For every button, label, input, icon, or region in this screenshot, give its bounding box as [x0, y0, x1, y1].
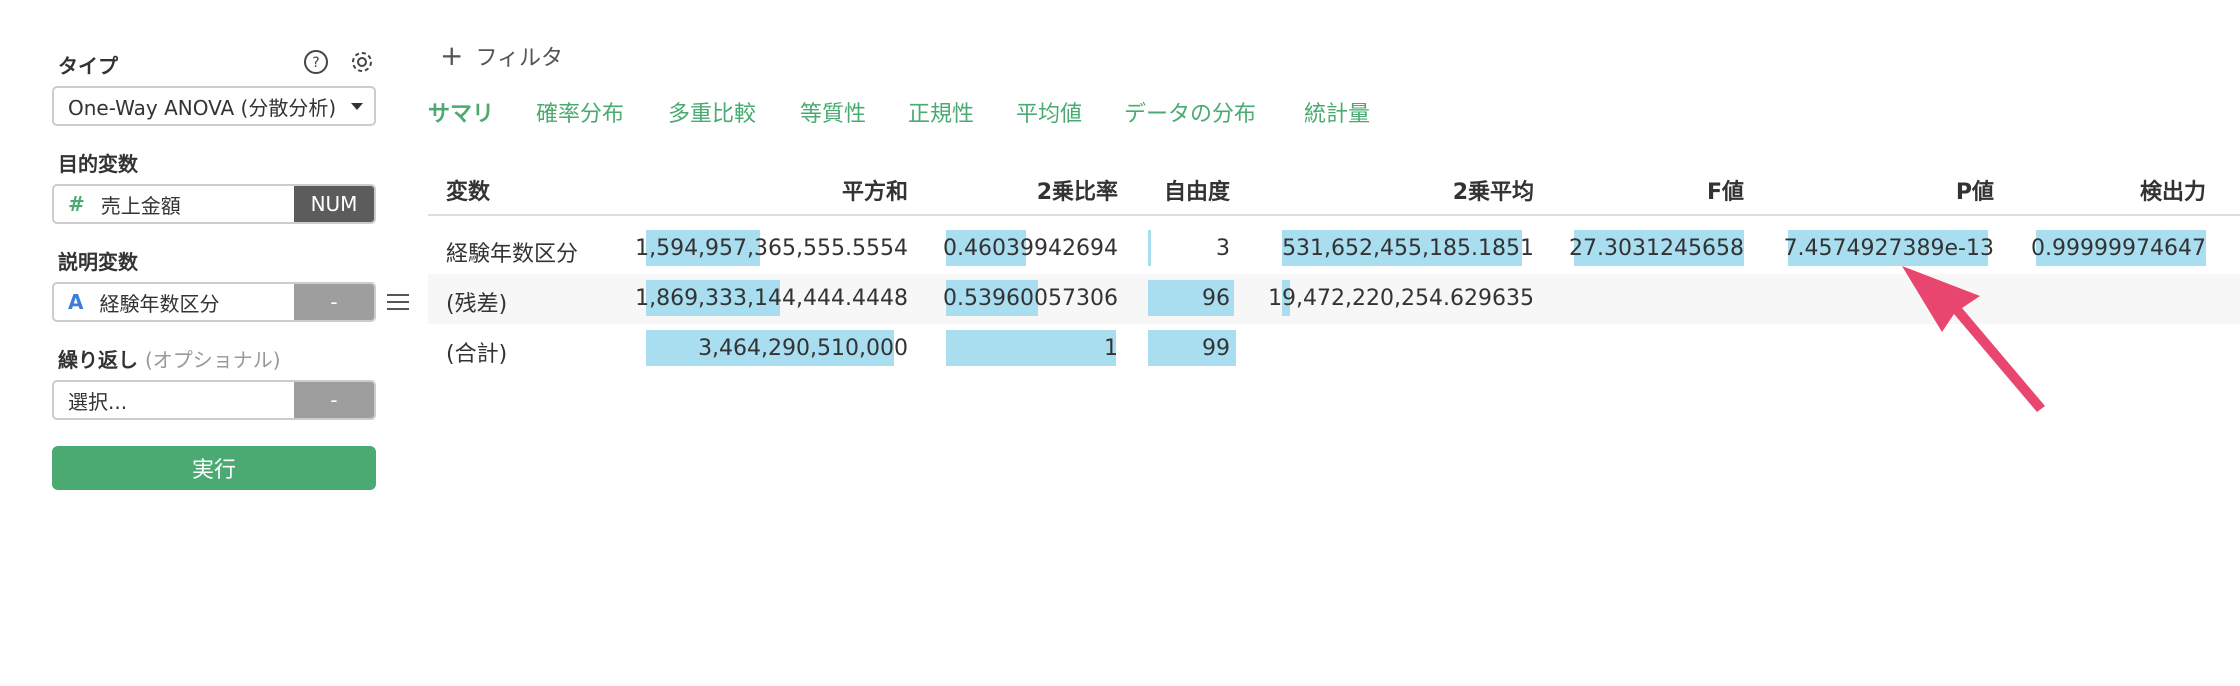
- header-p-value: P値: [1955, 180, 1994, 205]
- row2-sum-of-squares: 1,869,333,144,444.4448: [635, 286, 908, 311]
- type-select[interactable]: One-Way ANOVA (分散分析): [52, 86, 376, 126]
- tab-statistics[interactable]: 統計量: [1304, 96, 1370, 128]
- row2-ratio: 0.53960057306: [943, 286, 1118, 311]
- row1-df: 3: [1216, 236, 1230, 261]
- row2-variable: (残差): [446, 292, 508, 317]
- repeat-label: 繰り返し (オプショナル): [58, 344, 281, 373]
- gear-icon[interactable]: [348, 48, 376, 76]
- filter-label: フィルタ: [475, 46, 564, 71]
- tab-data-distribution[interactable]: データの分布: [1124, 96, 1256, 128]
- repeat-label-text: 繰り返し: [58, 348, 138, 372]
- repeat-tag[interactable]: -: [294, 382, 374, 418]
- row3-sum-of-squares: 3,464,290,510,000: [698, 336, 908, 361]
- explanatory-field-value: 経験年数区分: [99, 291, 220, 316]
- row3-df: 99: [1202, 336, 1230, 361]
- chevron-down-icon: [350, 94, 364, 118]
- menu-icon[interactable]: [386, 290, 410, 314]
- row3-variable: (合計): [446, 342, 508, 367]
- tab-distribution[interactable]: 確率分布: [536, 96, 624, 128]
- bar-df-row1: [1148, 230, 1151, 266]
- num-badge: NUM: [294, 186, 374, 222]
- text-type-icon: A: [68, 290, 84, 314]
- type-label: タイプ: [58, 54, 118, 78]
- target-field[interactable]: # 売上金額 NUM: [52, 184, 376, 224]
- row1-variable: 経験年数区分: [446, 242, 579, 267]
- row3-ratio: 1: [1104, 336, 1118, 361]
- row2-df: 96: [1202, 286, 1230, 311]
- header-df: 自由度: [1163, 180, 1230, 205]
- header-mean-square: 2乗平均: [1452, 180, 1534, 205]
- header-divider: [428, 214, 2240, 216]
- bar-ratio-row3: [946, 330, 1116, 366]
- explanatory-label: 説明変数: [58, 250, 138, 274]
- help-icon[interactable]: ?: [302, 48, 330, 76]
- explanatory-tag[interactable]: -: [294, 284, 374, 320]
- row1-ratio: 0.46039942694: [943, 236, 1118, 261]
- header-power: 検出力: [2139, 180, 2206, 205]
- add-filter-button[interactable]: + フィルタ: [440, 40, 563, 72]
- repeat-field[interactable]: 選択... -: [52, 380, 376, 420]
- row1-mean-square: 531,652,455,185.1851: [1282, 236, 1534, 261]
- tab-normality[interactable]: 正規性: [908, 96, 974, 128]
- header-variable: 変数: [446, 180, 491, 205]
- header-f-value: F値: [1706, 180, 1744, 205]
- row1-f-value: 27.3031245658: [1569, 236, 1744, 261]
- tab-homogeneity[interactable]: 等質性: [800, 96, 866, 128]
- explanatory-field[interactable]: A 経験年数区分 -: [52, 282, 376, 322]
- tab-summary[interactable]: サマリ: [428, 96, 494, 128]
- header-sum-of-squares: 平方和: [841, 180, 908, 205]
- svg-text:?: ?: [312, 55, 319, 71]
- type-select-value: One-Way ANOVA (分散分析): [68, 95, 337, 120]
- row2-mean-square: 19,472,220,254.629635: [1268, 286, 1534, 311]
- header-ratio: 2乗比率: [1036, 180, 1118, 205]
- target-field-value: 売上金額: [100, 193, 181, 218]
- annotation-arrow-icon: [1902, 266, 2045, 412]
- repeat-field-placeholder: 選択...: [68, 389, 128, 414]
- number-type-icon: #: [68, 192, 85, 216]
- run-button[interactable]: 実行: [52, 446, 376, 490]
- plus-icon: +: [440, 39, 464, 72]
- row1-sum-of-squares: 1,594,957,365,555.5554: [635, 236, 908, 261]
- target-label: 目的変数: [58, 152, 138, 176]
- repeat-optional: (オプショナル): [144, 348, 281, 372]
- tab-multiple-comparison[interactable]: 多重比較: [668, 96, 756, 128]
- tab-mean[interactable]: 平均値: [1016, 96, 1082, 128]
